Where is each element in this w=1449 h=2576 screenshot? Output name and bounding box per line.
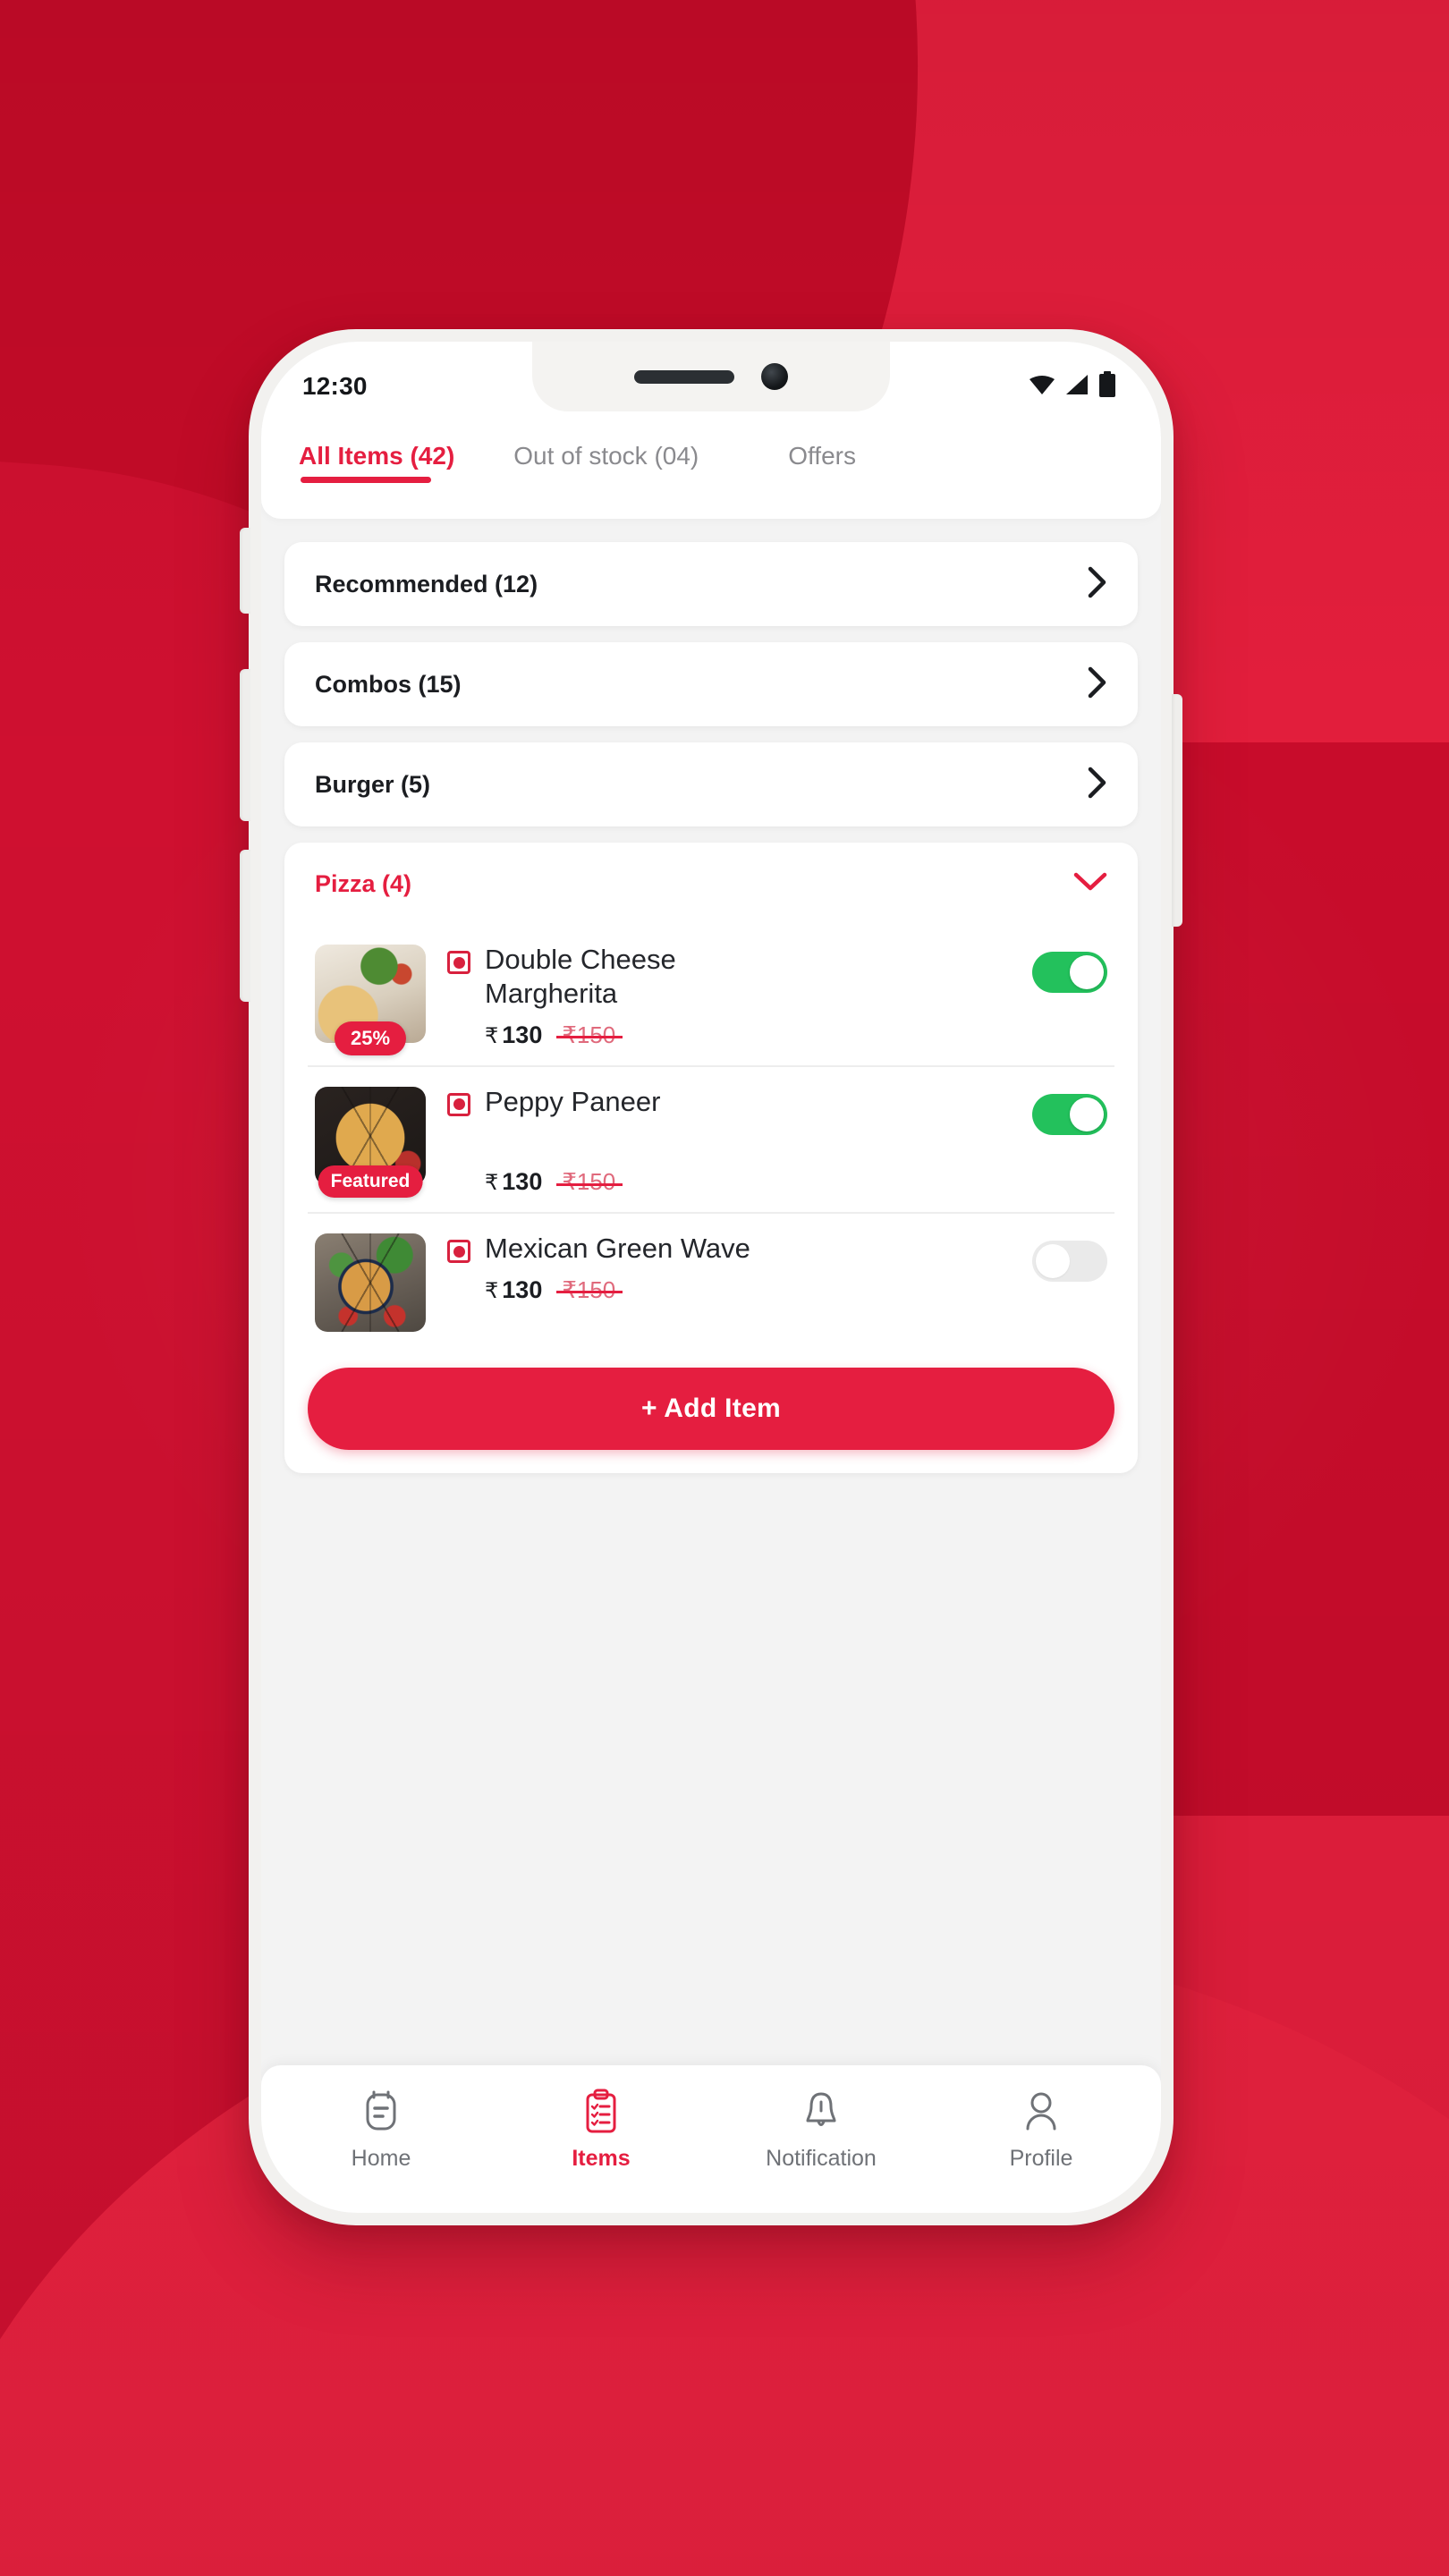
add-item-button[interactable]: + Add Item <box>308 1368 1114 1451</box>
tab-all-items[interactable]: All Items (42) <box>299 442 454 483</box>
bottom-navigation-bar: Home Items Notification Profile <box>261 2065 1161 2213</box>
non-veg-icon <box>447 951 470 974</box>
list-item[interactable]: Mexican Green Wave ₹130 ₹150 <box>308 1214 1114 1348</box>
person-icon <box>1021 2089 1061 2135</box>
wifi-icon <box>1029 373 1055 401</box>
item-name: Double Cheese Margherita <box>485 944 676 1009</box>
item-toggle-wrap <box>1032 1228 1107 1283</box>
category-row[interactable]: Combos (15) <box>284 642 1138 726</box>
item-thumbnail-wrap: 25% <box>315 939 426 1055</box>
currency-symbol: ₹ <box>485 1171 499 1196</box>
phone-silent-switch[interactable] <box>240 528 250 614</box>
category-card-pizza: Pizza (4) 25% Double Cheese Margherita ₹… <box>284 843 1138 1474</box>
status-bar: 12:30 <box>261 354 1161 419</box>
nav-item-items[interactable]: Items <box>521 2089 682 2172</box>
currency-symbol: ₹ <box>485 1023 499 1048</box>
item-toggle-wrap <box>1032 939 1107 993</box>
tab-offers[interactable]: Offers <box>788 442 856 483</box>
category-label-burger: Burger (5) <box>315 770 431 798</box>
clipboard-list-icon <box>581 2089 621 2135</box>
chevron-down-icon[interactable] <box>1073 871 1107 897</box>
bell-icon <box>801 2089 841 2135</box>
item-details: Mexican Green Wave ₹130 ₹150 <box>447 1228 1011 1304</box>
category-label-recommended: Recommended (12) <box>315 570 538 597</box>
nav-item-home[interactable]: Home <box>301 2089 462 2172</box>
category-card-combos[interactable]: Combos (15) <box>284 642 1138 726</box>
item-name: Mexican Green Wave <box>485 1233 750 1265</box>
tab-out-of-stock[interactable]: Out of stock (04) <box>513 442 699 483</box>
pizza-item-list: 25% Double Cheese Margherita ₹130 ₹150 F… <box>284 925 1138 1348</box>
item-price-line: ₹130 ₹150 <box>447 1276 1011 1304</box>
featured-badge: Featured <box>318 1165 423 1198</box>
item-availability-toggle[interactable] <box>1032 1241 1107 1283</box>
non-veg-icon <box>447 1240 470 1264</box>
add-item-wrap: + Add Item <box>284 1348 1138 1451</box>
item-thumbnail-wrap <box>315 1228 426 1333</box>
nav-label-notification: Notification <box>766 2146 877 2171</box>
discount-badge: 25% <box>334 1021 407 1055</box>
page-background: 12:30 All Items (42) Out of stock (04) O… <box>0 0 1449 2576</box>
phone-power-button[interactable] <box>1172 694 1182 927</box>
item-price-line: ₹130 ₹150 <box>447 1021 1011 1049</box>
category-card-burger[interactable]: Burger (5) <box>284 742 1138 826</box>
item-original-price: ₹150 <box>556 1168 623 1196</box>
category-row[interactable]: Burger (5) <box>284 742 1138 826</box>
signal-icon <box>1064 373 1089 401</box>
phone-volume-down-button[interactable] <box>240 850 250 1002</box>
nav-label-items: Items <box>572 2146 631 2171</box>
nav-label-home: Home <box>351 2146 411 2171</box>
chevron-right-icon[interactable] <box>1088 767 1107 803</box>
list-item[interactable]: Featured Peppy Paneer ₹130 ₹150 <box>308 1067 1114 1215</box>
item-availability-toggle[interactable] <box>1032 1093 1107 1135</box>
item-details: Peppy Paneer ₹130 ₹150 <box>447 1081 1011 1197</box>
category-row-pizza[interactable]: Pizza (4) <box>284 843 1138 925</box>
chevron-right-icon[interactable] <box>1088 566 1107 603</box>
list-item[interactable]: 25% Double Cheese Margherita ₹130 ₹150 <box>308 925 1114 1067</box>
header-block: 12:30 All Items (42) Out of stock (04) O… <box>261 342 1161 519</box>
tab-bar: All Items (42) Out of stock (04) Offers <box>261 419 1161 519</box>
battery-icon <box>1098 370 1116 402</box>
non-veg-icon <box>447 1092 470 1116</box>
status-icons <box>1029 370 1116 402</box>
item-name: Peppy Paneer <box>485 1085 661 1117</box>
category-row[interactable]: Recommended (12) <box>284 542 1138 626</box>
app-screen: 12:30 All Items (42) Out of stock (04) O… <box>261 342 1161 2213</box>
currency-symbol: ₹ <box>485 1279 499 1304</box>
nav-label-profile: Profile <box>1009 2146 1073 2171</box>
chevron-right-icon[interactable] <box>1088 666 1107 703</box>
content-scroll-area[interactable]: Recommended (12) Combos (15) Burger (5) … <box>261 519 1161 2065</box>
item-thumbnail-wrap: Featured <box>315 1081 426 1198</box>
phone-volume-up-button[interactable] <box>240 669 250 821</box>
category-label-combos: Combos (15) <box>315 670 462 698</box>
item-price-line: ₹130 ₹150 <box>447 1168 1011 1196</box>
category-card-recommended[interactable]: Recommended (12) <box>284 542 1138 626</box>
category-label-pizza: Pizza (4) <box>315 869 412 897</box>
item-toggle-wrap <box>1032 1081 1107 1135</box>
item-price: ₹130 <box>485 1276 543 1304</box>
item-price: ₹130 <box>485 1021 543 1048</box>
phone-mockup: 12:30 All Items (42) Out of stock (04) O… <box>240 329 1182 2225</box>
nav-item-notification[interactable]: Notification <box>741 2089 902 2172</box>
mexican-green-wave-pizza-thumbnail <box>315 1233 426 1333</box>
item-original-price: ₹150 <box>556 1276 623 1304</box>
phone-screen-bezel: 12:30 All Items (42) Out of stock (04) O… <box>261 342 1161 2213</box>
home-icon <box>361 2089 401 2135</box>
status-time: 12:30 <box>302 372 368 400</box>
nav-item-profile[interactable]: Profile <box>961 2089 1122 2172</box>
item-availability-toggle[interactable] <box>1032 952 1107 993</box>
item-details: Double Cheese Margherita ₹130 ₹150 <box>447 939 1011 1049</box>
item-original-price: ₹150 <box>556 1021 623 1048</box>
item-price: ₹130 <box>485 1168 543 1196</box>
